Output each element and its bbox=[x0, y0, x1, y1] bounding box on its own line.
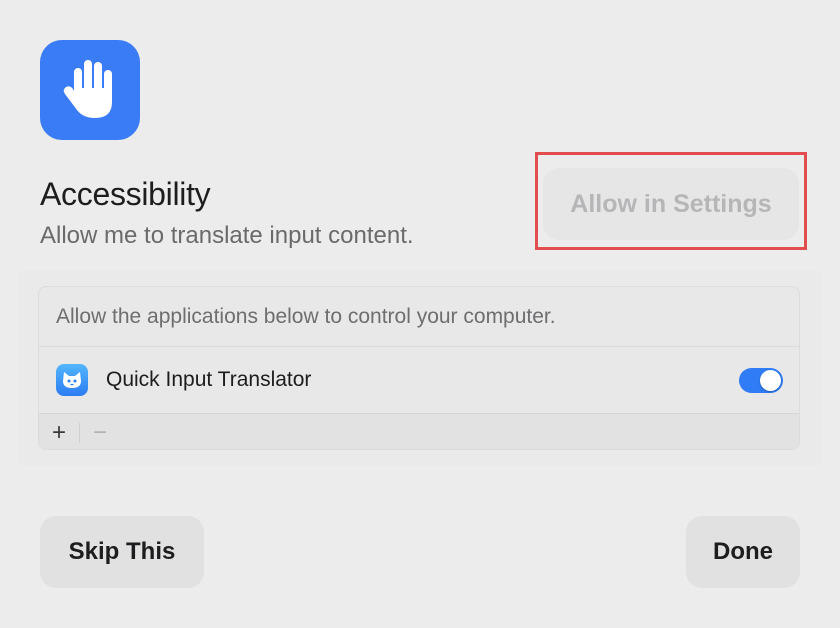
page-title: Accessibility bbox=[40, 176, 211, 212]
highlight-box bbox=[535, 152, 807, 250]
cat-face-icon bbox=[56, 364, 88, 396]
skip-this-button[interactable]: Skip This bbox=[40, 516, 204, 588]
app-name-label: Quick Input Translator bbox=[106, 368, 312, 391]
app-permission-toggle[interactable] bbox=[739, 368, 783, 393]
add-app-button[interactable]: + bbox=[39, 414, 79, 449]
permission-panel: Allow the applications below to control … bbox=[38, 286, 800, 450]
toggle-knob bbox=[760, 370, 781, 391]
page-subtitle: Allow me to translate input content. bbox=[40, 222, 414, 249]
app-list-row[interactable]: Quick Input Translator bbox=[39, 347, 799, 414]
raised-hand-icon bbox=[40, 40, 140, 140]
panel-footer-controls: + − bbox=[39, 414, 799, 449]
done-button[interactable]: Done bbox=[686, 516, 800, 588]
remove-app-button[interactable]: − bbox=[80, 414, 120, 449]
panel-description: Allow the applications below to control … bbox=[39, 287, 799, 347]
